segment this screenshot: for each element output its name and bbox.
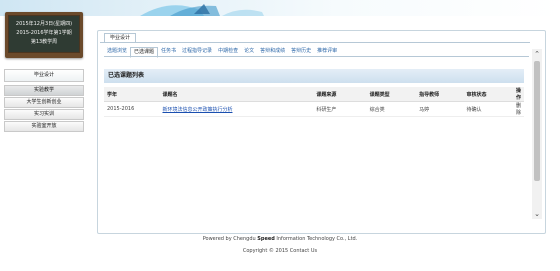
page-footer: Powered by Chengdu Speed Information Tec… <box>0 233 560 257</box>
topic-title-link[interactable]: 新环境法信息公开政策执行分析 <box>162 107 232 113</box>
subtab-divider <box>104 56 529 57</box>
cell-teacher: 马婷 <box>416 101 464 117</box>
subtab-recommend-review[interactable]: 推荐评审 <box>314 47 340 56</box>
tab-divider <box>100 42 530 43</box>
subtab-guidance-records[interactable]: 过程指导记录 <box>179 47 215 56</box>
sidebar-item-internship[interactable]: 实习实训 <box>4 109 84 120</box>
column-header-source: 课题来源 <box>313 87 367 102</box>
subtab-task-book[interactable]: 任务书 <box>158 47 179 56</box>
chalkboard-surface: 2015年12月3日(星期四) 2015-2016学年第1学期 第13教学周 <box>8 15 80 53</box>
powered-by-text: Powered by Chengdu Speed Information Tec… <box>202 236 358 242</box>
subtab-bar: 选题浏览 已选课题 任务书 过程指导记录 中期检查 论文 答辩和成绩 答辩历史 … <box>104 47 340 58</box>
subtab-thesis[interactable]: 论文 <box>241 47 257 56</box>
table-row: 2015-2016 新环境法信息公开政策执行分析 科研生产 综合类 马婷 待确认… <box>104 101 524 117</box>
teaching-week-text: 第13教学周 <box>30 39 58 45</box>
cell-status: 待确认 <box>463 101 513 117</box>
vertical-scrollbar[interactable]: ⌃ ⌄ <box>532 49 542 219</box>
copyright-text: Copyright © 2015 Contact Us <box>242 248 318 254</box>
column-header-teacher: 指导教师 <box>416 87 464 102</box>
sidebar-item-innovation[interactable]: 大学生创新创业 <box>4 97 84 108</box>
subtab-defense-history[interactable]: 答辩历史 <box>288 47 314 56</box>
date-chalkboard: 2015年12月3日(星期四) 2015-2016学年第1学期 第13教学周 <box>5 12 83 58</box>
cell-title: 新环境法信息公开政策执行分析 <box>159 101 314 117</box>
cell-operation: 删除 <box>512 101 524 117</box>
sidebar-item-graduation-design[interactable]: 毕业设计 <box>4 69 84 82</box>
date-text: 2015年12月3日(星期四) <box>15 21 73 27</box>
cell-year: 2015-2016 <box>104 101 160 117</box>
cell-type: 综合类 <box>366 101 417 117</box>
scrollbar-thumb[interactable] <box>534 61 540 181</box>
column-header-year: 学年 <box>104 87 160 102</box>
selected-topics-table: 学年 课题名 课题来源 课题类型 指导教师 审核状态 操作 2015-2016 … <box>104 87 524 117</box>
column-header-type: 课题类型 <box>366 87 417 102</box>
main-panel <box>97 30 546 234</box>
banner-decoration-icon <box>140 4 264 16</box>
sidebar-item-experiment-teaching[interactable]: 实验教学 <box>4 85 84 96</box>
sidebar: 毕业设计 实验教学 大学生创新创业 实习实训 实验室开放 <box>4 69 84 133</box>
section-title: 已选课题列表 <box>104 69 524 83</box>
top-banner <box>0 0 560 16</box>
column-header-title: 课题名 <box>159 87 314 102</box>
scroll-down-icon[interactable]: ⌄ <box>532 209 542 219</box>
column-header-status: 审核状态 <box>463 87 513 102</box>
subtab-midterm-check[interactable]: 中期检查 <box>215 47 241 56</box>
semester-text: 2015-2016学年第1学期 <box>16 30 72 36</box>
table-header-row: 学年 课题名 课题来源 课题类型 指导教师 审核状态 操作 <box>104 87 524 102</box>
subtab-defense-grades[interactable]: 答辩和成绩 <box>257 47 288 56</box>
delete-button[interactable]: 删除 <box>516 103 521 116</box>
subtab-topic-browse[interactable]: 选题浏览 <box>104 47 130 56</box>
cell-source: 科研生产 <box>313 101 367 117</box>
scroll-up-icon[interactable]: ⌃ <box>532 49 542 59</box>
sidebar-item-lab-open[interactable]: 实验室开放 <box>4 121 84 132</box>
column-header-operation: 操作 <box>512 87 524 102</box>
